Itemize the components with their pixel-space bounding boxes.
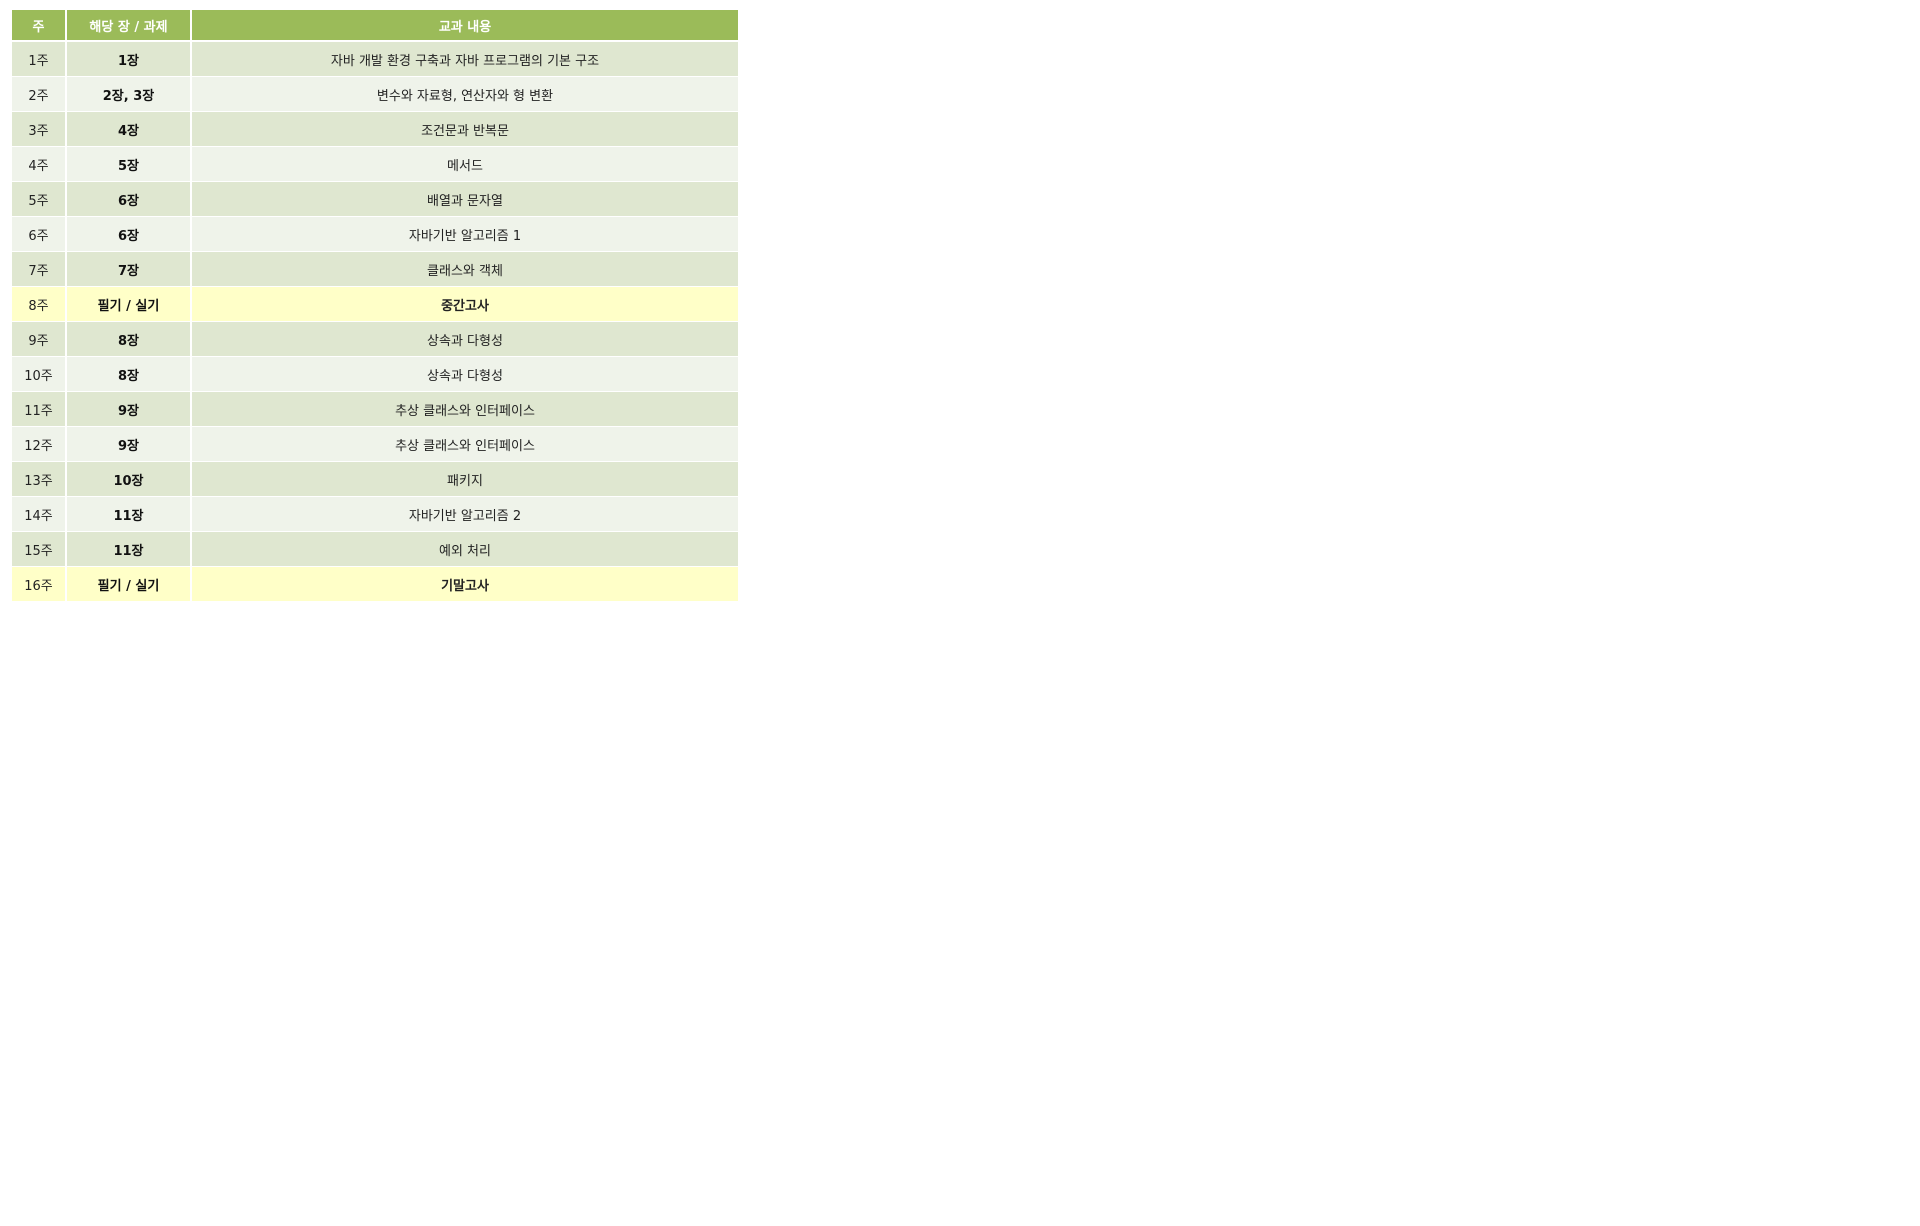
content-cell: 기말고사 — [190, 566, 740, 602]
table-row: 9주 8장 상속과 다형성 — [10, 321, 740, 357]
header-week: 주 — [10, 10, 67, 42]
week-cell: 12주 — [10, 426, 67, 462]
week-cell: 14주 — [10, 496, 67, 532]
chapter-cell: 4장 — [65, 111, 192, 147]
chapter-cell: 1장 — [65, 40, 192, 77]
week-cell: 2주 — [10, 76, 67, 112]
content-cell: 상속과 다형성 — [190, 321, 740, 357]
week-cell: 15주 — [10, 531, 67, 567]
week-cell: 9주 — [10, 321, 67, 357]
table-row: 1주 1장 자바 개발 환경 구축과 자바 프로그램의 기본 구조 — [10, 40, 740, 77]
content-cell: 배열과 문자열 — [190, 181, 740, 217]
content-cell: 자바 개발 환경 구축과 자바 프로그램의 기본 구조 — [190, 40, 740, 77]
week-cell: 8주 — [10, 286, 67, 322]
chapter-cell: 9장 — [65, 426, 192, 462]
table-row: 7주 7장 클래스와 객체 — [10, 251, 740, 287]
week-cell: 10주 — [10, 356, 67, 392]
content-cell: 추상 클래스와 인터페이스 — [190, 426, 740, 462]
week-cell: 11주 — [10, 391, 67, 427]
content-cell: 중간고사 — [190, 286, 740, 322]
table-header-row: 주 해당 장 / 과제 교과 내용 — [10, 10, 740, 42]
syllabus-table-container: 주 해당 장 / 과제 교과 내용 1주 1장 자바 개발 환경 구축과 자바 … — [10, 10, 740, 602]
table-row: 5주 6장 배열과 문자열 — [10, 181, 740, 217]
chapter-cell: 5장 — [65, 146, 192, 182]
chapter-cell: 6장 — [65, 181, 192, 217]
table-row: 13주 10장 패키지 — [10, 461, 740, 497]
content-cell: 자바기반 알고리즘 2 — [190, 496, 740, 532]
table-row: 3주 4장 조건문과 반복문 — [10, 111, 740, 147]
chapter-cell: 9장 — [65, 391, 192, 427]
content-cell: 상속과 다형성 — [190, 356, 740, 392]
chapter-cell: 2장, 3장 — [65, 76, 192, 112]
content-cell: 조건문과 반복문 — [190, 111, 740, 147]
chapter-cell: 필기 / 실기 — [65, 286, 192, 322]
table-row: 2주 2장, 3장 변수와 자료형, 연산자와 형 변환 — [10, 76, 740, 112]
chapter-cell: 8장 — [65, 321, 192, 357]
week-cell: 3주 — [10, 111, 67, 147]
week-cell: 7주 — [10, 251, 67, 287]
content-cell: 패키지 — [190, 461, 740, 497]
table-row: 14주 11장 자바기반 알고리즘 2 — [10, 496, 740, 532]
week-cell: 6주 — [10, 216, 67, 252]
exam-row-final: 16주 필기 / 실기 기말고사 — [10, 566, 740, 602]
chapter-cell: 10장 — [65, 461, 192, 497]
exam-row-midterm: 8주 필기 / 실기 중간고사 — [10, 286, 740, 322]
content-cell: 변수와 자료형, 연산자와 형 변환 — [190, 76, 740, 112]
table-row: 11주 9장 추상 클래스와 인터페이스 — [10, 391, 740, 427]
content-cell: 클래스와 객체 — [190, 251, 740, 287]
table-row: 12주 9장 추상 클래스와 인터페이스 — [10, 426, 740, 462]
table-row: 4주 5장 메서드 — [10, 146, 740, 182]
content-cell: 예외 처리 — [190, 531, 740, 567]
chapter-cell: 6장 — [65, 216, 192, 252]
chapter-cell: 11장 — [65, 531, 192, 567]
header-content: 교과 내용 — [190, 10, 740, 42]
content-cell: 추상 클래스와 인터페이스 — [190, 391, 740, 427]
chapter-cell: 8장 — [65, 356, 192, 392]
content-cell: 자바기반 알고리즘 1 — [190, 216, 740, 252]
chapter-cell: 7장 — [65, 251, 192, 287]
chapter-cell: 필기 / 실기 — [65, 566, 192, 602]
syllabus-table: 주 해당 장 / 과제 교과 내용 1주 1장 자바 개발 환경 구축과 자바 … — [10, 10, 740, 602]
week-cell: 16주 — [10, 566, 67, 602]
table-row: 6주 6장 자바기반 알고리즘 1 — [10, 216, 740, 252]
week-cell: 4주 — [10, 146, 67, 182]
content-cell: 메서드 — [190, 146, 740, 182]
week-cell: 5주 — [10, 181, 67, 217]
table-row: 15주 11장 예외 처리 — [10, 531, 740, 567]
header-chapter: 해당 장 / 과제 — [65, 10, 192, 42]
chapter-cell: 11장 — [65, 496, 192, 532]
table-row: 10주 8장 상속과 다형성 — [10, 356, 740, 392]
week-cell: 13주 — [10, 461, 67, 497]
week-cell: 1주 — [10, 40, 67, 77]
